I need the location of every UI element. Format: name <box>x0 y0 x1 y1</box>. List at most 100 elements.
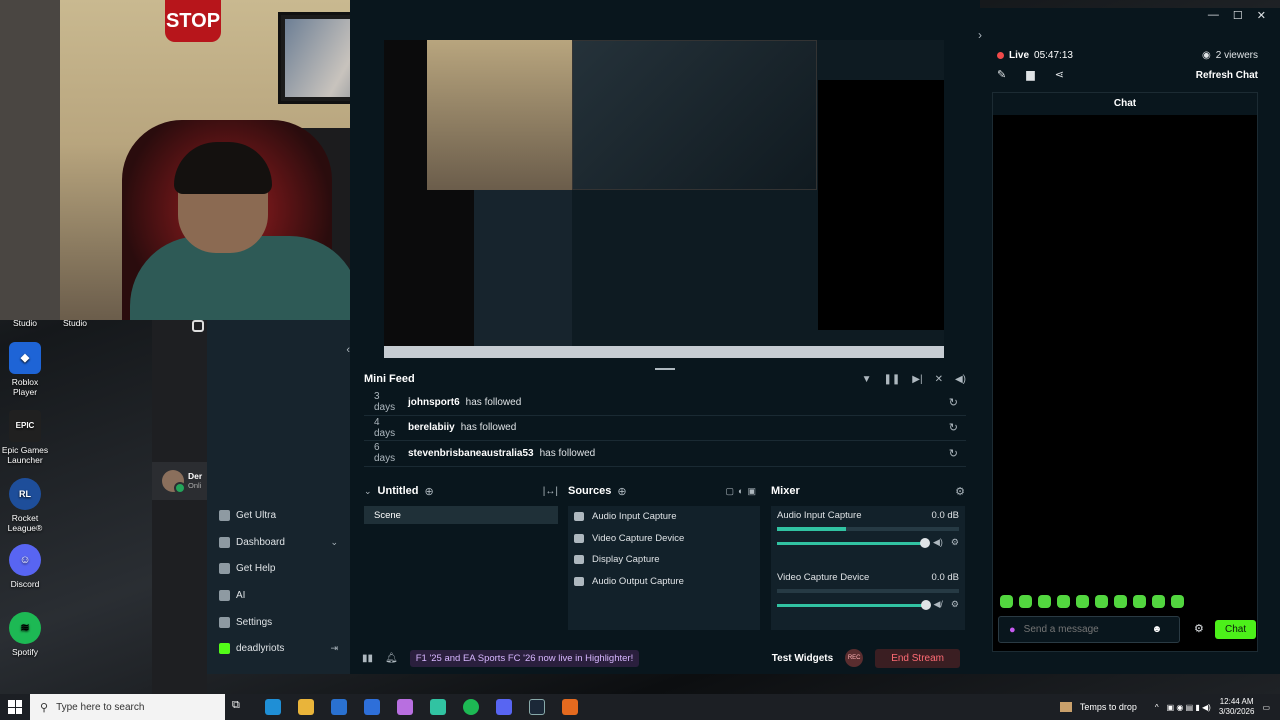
pencil-icon[interactable]: ✎ <box>997 68 1006 81</box>
sidebar-item-settings[interactable]: Settings <box>207 609 350 636</box>
emote-icon[interactable] <box>1152 595 1165 608</box>
rocket-league-shortcut[interactable]: RL Rocket League® <box>0 478 50 533</box>
emote-icon[interactable] <box>1095 595 1108 608</box>
discord-home-icon[interactable] <box>191 320 204 332</box>
maximize-icon[interactable]: ☐ <box>1233 9 1243 22</box>
scene-collection-title[interactable]: Untitled <box>378 485 419 497</box>
expand-chevron-icon[interactable]: › <box>978 28 982 42</box>
stats-icon[interactable]: ▮▮ <box>362 653 373 664</box>
collapse-chevron-icon[interactable]: ‹ <box>346 344 350 356</box>
replay-icon[interactable]: ↻ <box>949 447 958 460</box>
share-icon[interactable]: ⋖ <box>1055 68 1064 81</box>
tray-icons[interactable]: ▣ ◉ ▤ ▮ ◀) <box>1167 703 1211 712</box>
emote-icon[interactable] <box>1000 595 1013 608</box>
add-source-icon[interactable]: ⊕ <box>617 485 626 498</box>
add-scene-icon[interactable]: ⊕ <box>425 485 434 498</box>
microphone-icon[interactable]: ● <box>1009 624 1016 636</box>
roblox-player-shortcut[interactable]: ◆ Roblox Player <box>0 342 50 397</box>
replay-icon[interactable]: ↻ <box>949 396 958 409</box>
source-tools-icon[interactable]: ▢◐▣ <box>726 486 760 497</box>
filter-icon[interactable]: ▼ <box>862 374 872 385</box>
slider-knob[interactable] <box>920 600 931 610</box>
emote-icon[interactable] <box>1057 595 1070 608</box>
weather-text[interactable]: Temps to drop <box>1080 702 1137 712</box>
record-button[interactable]: REC <box>845 649 864 667</box>
taskbar-search[interactable]: ⚲ Type here to search <box>30 694 225 720</box>
spotify-shortcut[interactable]: ≋ Spotify <box>0 612 50 657</box>
sidebar-item-ai[interactable]: AI <box>207 582 350 609</box>
transition-icon[interactable]: |↔| <box>543 486 558 497</box>
muted-speaker-icon[interactable]: ◀/ <box>934 599 943 610</box>
clapper-icon[interactable]: ▆ <box>1026 68 1034 81</box>
mail-icon[interactable] <box>364 699 380 715</box>
discord-icon[interactable] <box>496 699 512 715</box>
epic-games-shortcut[interactable]: EPIC Epic Games Launcher <box>0 410 50 465</box>
source-item[interactable]: Audio Output Capture <box>568 571 760 593</box>
chat-input[interactable] <box>1023 624 1144 635</box>
emoji-icon[interactable]: ☻ <box>1152 624 1163 635</box>
source-label: Display Capture <box>592 554 660 566</box>
discord-shortcut[interactable]: ☺ Discord <box>0 544 50 589</box>
logout-icon[interactable]: ⇥ <box>330 643 338 654</box>
volume-slider[interactable] <box>777 538 930 548</box>
file-explorer-icon[interactable] <box>298 699 314 715</box>
gear-icon[interactable]: ⚙ <box>955 485 965 498</box>
pause-icon[interactable]: ❚❚ <box>884 374 901 385</box>
highlighter-banner[interactable]: F1 '25 and EA Sports FC '26 now live in … <box>409 649 640 667</box>
windows-start-icon[interactable] <box>8 700 22 714</box>
mute-alerts-icon[interactable]: ✕ <box>935 374 943 385</box>
gear-icon[interactable]: ⚙ <box>951 537 959 548</box>
game-icon[interactable] <box>562 699 578 715</box>
sidebar-item-dashboard[interactable]: Dashboard ⌄ <box>207 529 350 556</box>
gear-icon[interactable]: ⚙ <box>951 599 959 610</box>
refresh-chat-button[interactable]: Refresh Chat <box>1196 70 1258 81</box>
source-label: Audio Input Capture <box>592 511 677 523</box>
notification-icon[interactable]: 🔔︎ <box>385 653 398 664</box>
task-view-icon[interactable]: ⧉ <box>232 699 248 715</box>
close-icon[interactable]: ✕ <box>1257 9 1266 22</box>
discord-user-panel[interactable]: Der Onli <box>152 462 214 500</box>
clock[interactable]: 12:44 AM 3/30/2026 <box>1219 697 1255 717</box>
emote-icon[interactable] <box>1038 595 1051 608</box>
emote-icon[interactable] <box>1133 595 1146 608</box>
chat-send-button[interactable]: Chat <box>1215 620 1257 639</box>
volume-icon[interactable]: ◀) <box>955 374 966 385</box>
notification-center-icon[interactable]: ▭ <box>1262 703 1270 712</box>
spotify-icon[interactable] <box>463 699 479 715</box>
volume-slider[interactable] <box>777 600 931 610</box>
chat-input-box[interactable]: ● ☻ <box>998 616 1180 643</box>
replay-icon[interactable]: ↻ <box>949 421 958 434</box>
end-stream-button[interactable]: End Stream <box>875 648 960 668</box>
scene-item[interactable]: Scene <box>364 506 558 524</box>
sidebar-item-get-ultra[interactable]: Get Ultra <box>207 502 350 529</box>
emote-icon[interactable] <box>1171 595 1184 608</box>
store-icon[interactable] <box>331 699 347 715</box>
app-icon[interactable] <box>397 699 413 715</box>
chat-tools: ✎ ▆ ⋖ <box>997 68 1064 81</box>
sidebar-item-get-help[interactable]: Get Help <box>207 555 350 582</box>
emote-icon[interactable] <box>1114 595 1127 608</box>
test-widgets-button[interactable]: Test Widgets <box>772 653 833 664</box>
channel-name: Audio Input Capture <box>777 510 862 521</box>
slider-knob[interactable] <box>920 538 930 548</box>
speaker-icon[interactable]: ◀) <box>933 537 943 548</box>
source-item[interactable]: Audio Input Capture <box>568 506 760 528</box>
minimize-icon[interactable]: — <box>1208 9 1219 22</box>
emote-icon[interactable] <box>1076 595 1089 608</box>
emote-bar <box>1000 595 1184 608</box>
streamlabs-icon[interactable] <box>430 699 446 715</box>
monitor-icon <box>574 555 584 565</box>
chevron-up-icon[interactable]: ^ <box>1155 703 1159 712</box>
skip-icon[interactable]: ▶| <box>912 374 922 385</box>
source-item[interactable]: Video Capture Device <box>568 528 760 550</box>
emote-icon[interactable] <box>1019 595 1032 608</box>
edge-icon[interactable] <box>265 699 281 715</box>
chat-settings-gear-icon[interactable]: ⚙ <box>1194 622 1204 635</box>
mixer-dock: Mixer ⚙ Audio Input Capture 0.0 dB ◀) ⚙ V… <box>771 480 965 632</box>
sidebar-item-account[interactable]: deadlyriots ⇥ <box>207 635 350 662</box>
roblox-label: Roblox Player <box>11 377 39 397</box>
chevron-down-icon[interactable]: ⌄ <box>330 537 338 548</box>
source-item[interactable]: Display Capture <box>568 549 760 571</box>
steam-icon[interactable] <box>529 699 545 715</box>
chevron-down-icon[interactable]: ⌄ <box>364 486 372 497</box>
